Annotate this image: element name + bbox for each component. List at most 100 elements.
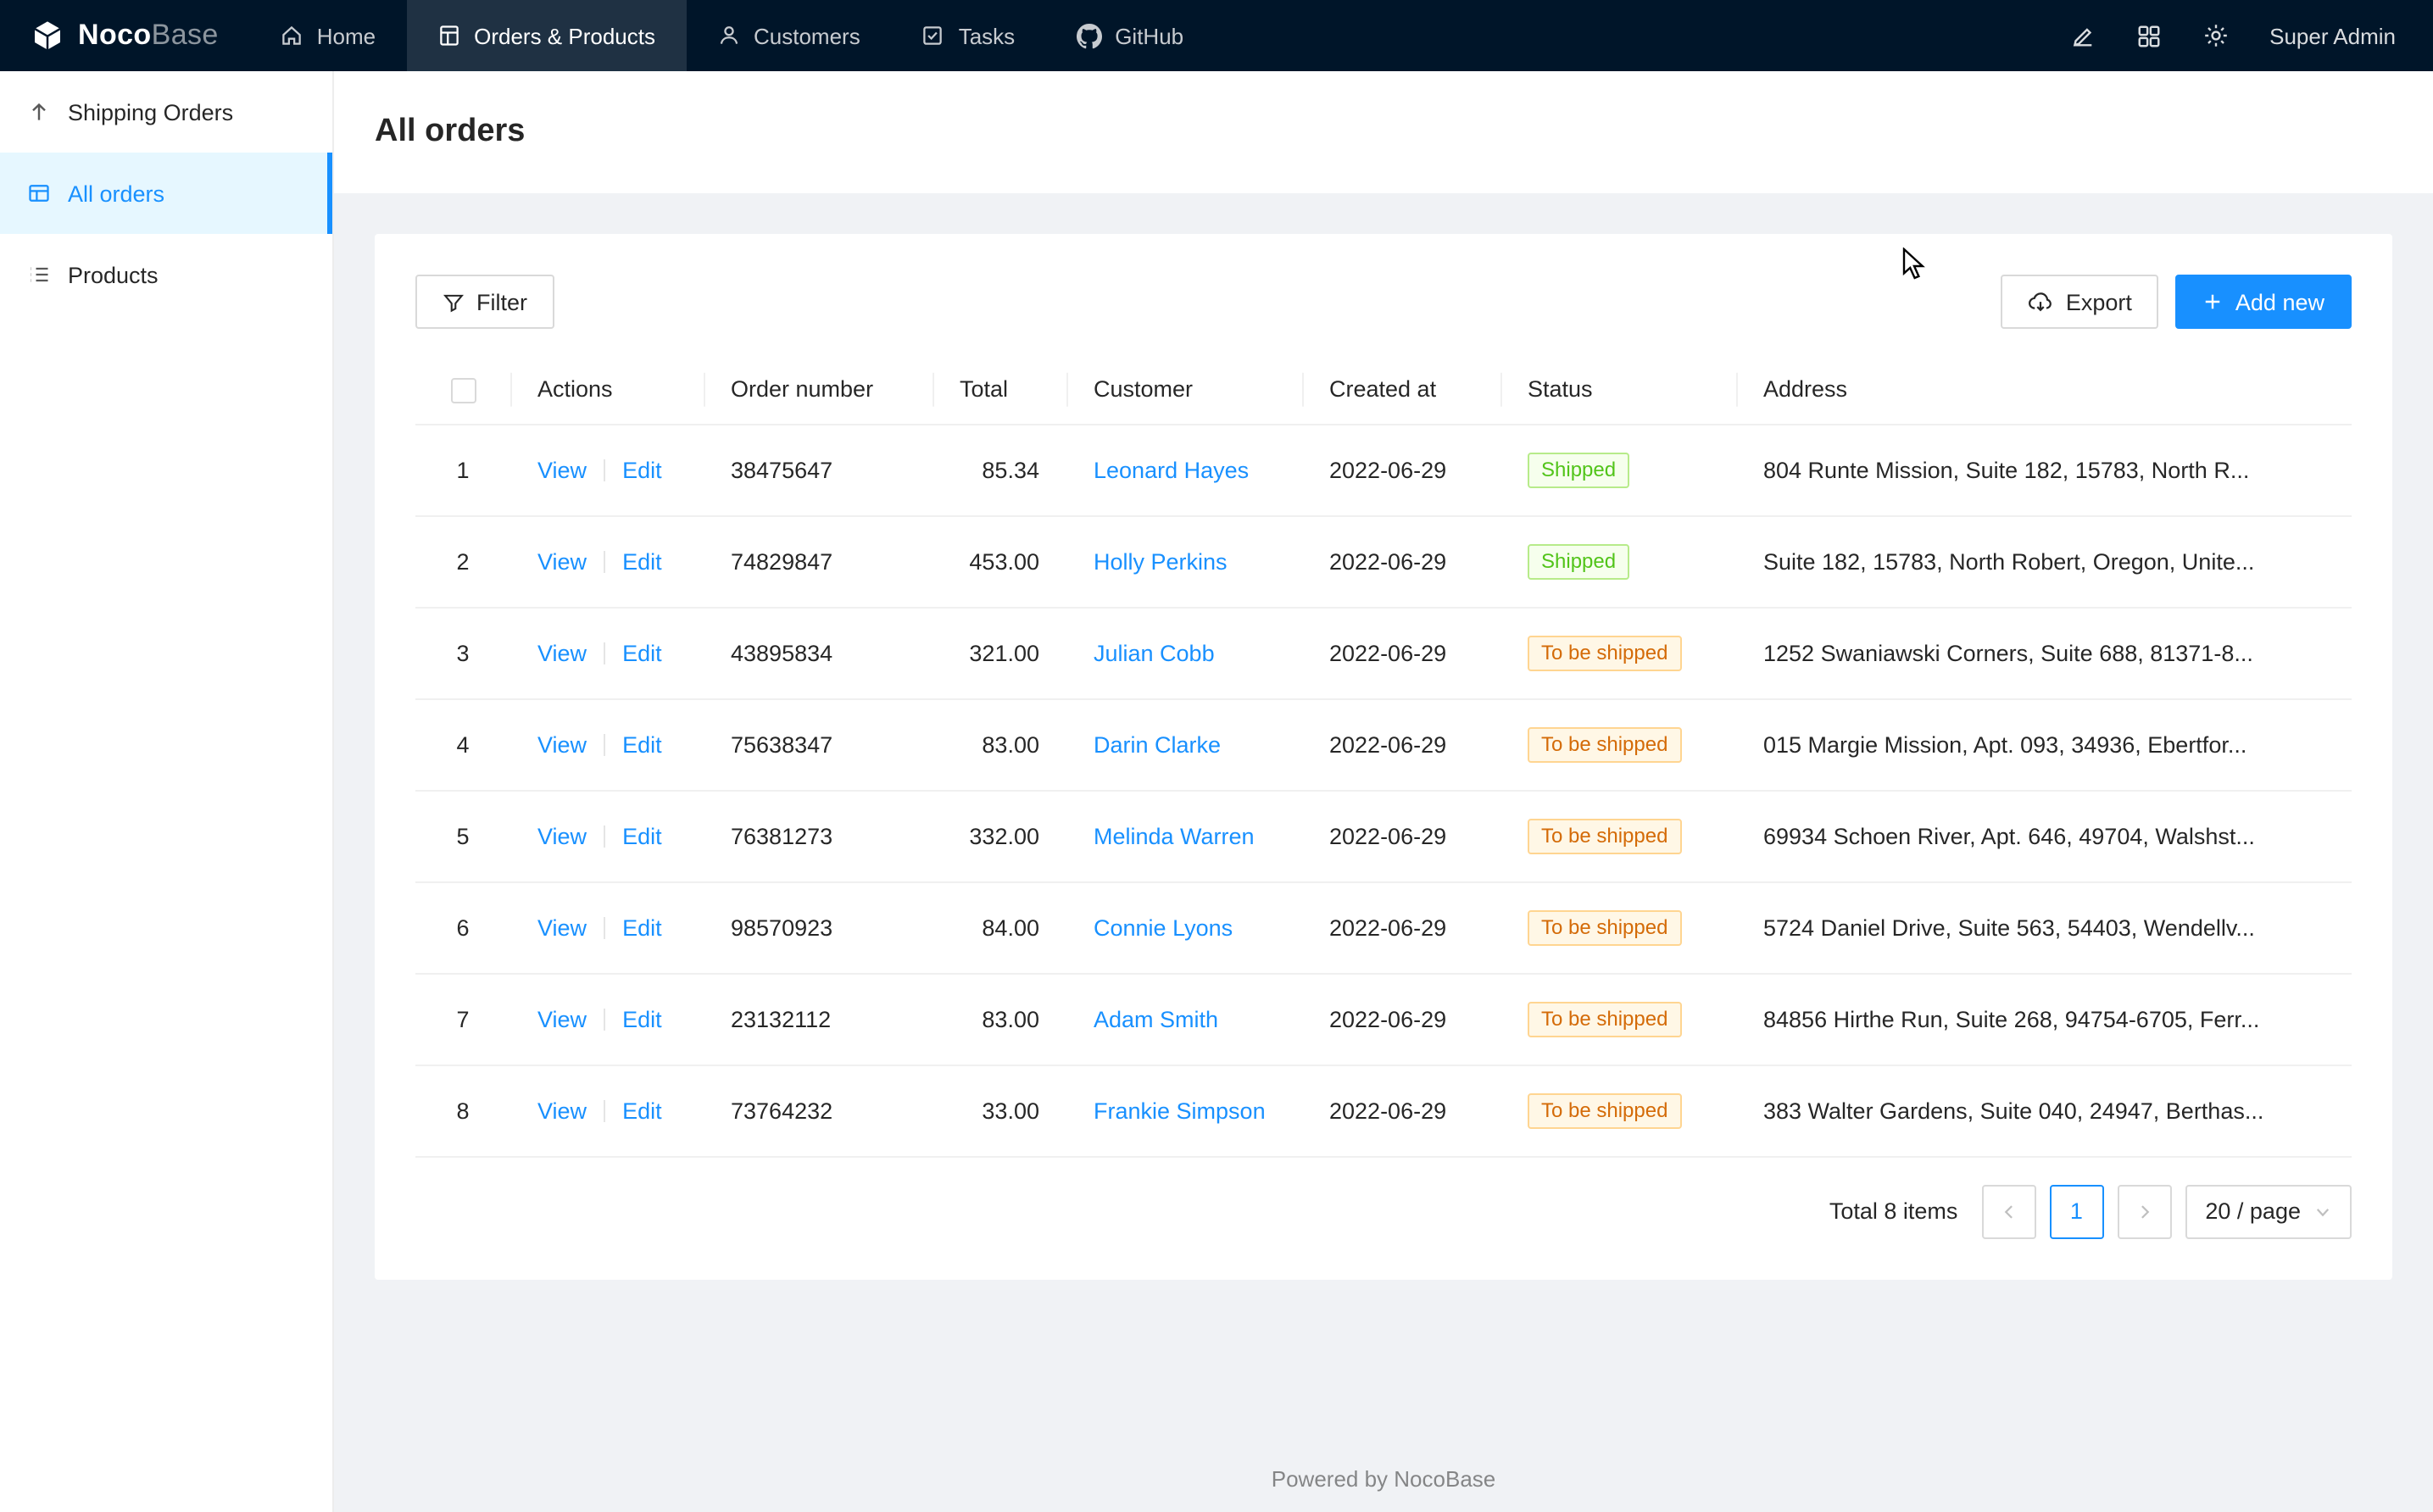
customer-link[interactable]: Adam Smith <box>1094 1007 1218 1032</box>
view-link[interactable]: View <box>537 1098 587 1124</box>
order-number-cell: 38475647 <box>704 425 933 516</box>
sidebar-item-label: Products <box>68 262 159 287</box>
current-user-menu[interactable]: Super Admin <box>2269 23 2396 48</box>
order-number-cell: 43895834 <box>704 608 933 699</box>
edit-link[interactable]: Edit <box>622 1007 662 1032</box>
sidebar-item-products[interactable]: Products <box>0 234 332 315</box>
edit-link[interactable]: Edit <box>622 458 662 483</box>
customer-link[interactable]: Frankie Simpson <box>1094 1098 1266 1124</box>
page-size-select[interactable]: 20 / page <box>2185 1185 2352 1239</box>
created-at-cell: 2022-06-29 <box>1302 425 1500 516</box>
customer-link[interactable]: Julian Cobb <box>1094 641 1215 666</box>
add-new-button[interactable]: Add new <box>2176 275 2352 329</box>
status-cell: To be shipped <box>1500 1065 1736 1157</box>
table-header-row: Actions Order number Total Customer Crea… <box>415 356 2352 425</box>
filter-funnel-icon <box>443 291 465 313</box>
chevron-down-icon <box>2314 1203 2331 1220</box>
orders-card: Filter Export <box>375 234 2392 1280</box>
nav-item-customers[interactable]: Customers <box>686 0 891 71</box>
nocobase-logo[interactable]: NocoBase <box>0 0 249 71</box>
status-badge: Shipped <box>1528 544 1629 580</box>
address-cell: 015 Margie Mission, Apt. 093, 34936, Ebe… <box>1736 699 2352 791</box>
order-number-cell: 98570923 <box>704 882 933 974</box>
column-header-customer: Customer <box>1066 356 1302 425</box>
edit-link[interactable]: Edit <box>622 915 662 941</box>
customer-link[interactable]: Holly Perkins <box>1094 549 1228 575</box>
export-button[interactable]: Export <box>2002 275 2159 329</box>
view-link[interactable]: View <box>537 915 587 941</box>
customer-link[interactable]: Darin Clarke <box>1094 732 1221 758</box>
sidebar-item-shipping-orders[interactable]: Shipping Orders <box>0 71 332 153</box>
column-header-total: Total <box>933 356 1066 425</box>
nav-item-home[interactable]: Home <box>249 0 406 71</box>
actions-divider <box>604 642 605 664</box>
total-cell: 332.00 <box>933 791 1066 882</box>
row-index: 3 <box>415 608 510 699</box>
row-actions: View Edit <box>510 608 704 699</box>
top-navigation-bar: NocoBase Home Orders & Products Customer… <box>0 0 2433 71</box>
ui-editor-pen-icon[interactable] <box>2069 23 2095 48</box>
view-link[interactable]: View <box>537 1007 587 1032</box>
view-link[interactable]: View <box>537 458 587 483</box>
table-row: 5 ViewEdit 76381273 332.00 Melinda Warre… <box>415 791 2352 882</box>
customer-cell: Adam Smith <box>1066 974 1302 1065</box>
footer-brand: NocoBase <box>1394 1466 1495 1492</box>
nav-label: Customers <box>754 23 860 48</box>
main-area: All orders Filter <box>334 71 2433 1512</box>
total-cell: 83.00 <box>933 699 1066 791</box>
status-badge: To be shipped <box>1528 636 1681 671</box>
created-at-cell: 2022-06-29 <box>1302 608 1500 699</box>
next-page-button[interactable] <box>2117 1185 2171 1239</box>
customer-cell: Julian Cobb <box>1066 608 1302 699</box>
view-link[interactable]: View <box>537 549 587 575</box>
main-nav: Home Orders & Products Customers Tasks <box>249 0 1214 71</box>
page-title: All orders <box>375 114 525 151</box>
customers-icon <box>716 24 740 47</box>
edit-link[interactable]: Edit <box>622 824 662 849</box>
view-link[interactable]: View <box>537 732 587 758</box>
edit-link[interactable]: Edit <box>622 732 662 758</box>
nav-item-orders-products[interactable]: Orders & Products <box>406 0 686 71</box>
filter-button[interactable]: Filter <box>415 275 554 329</box>
total-cell: 85.34 <box>933 425 1066 516</box>
edit-link[interactable]: Edit <box>622 641 662 666</box>
edit-link[interactable]: Edit <box>622 549 662 575</box>
nav-label: Tasks <box>959 23 1015 48</box>
column-header-created-at: Created at <box>1302 356 1500 425</box>
table-row: 3 View Edit 43895834 321.00 Julian Cobb 2… <box>415 608 2352 699</box>
select-all-checkbox[interactable] <box>450 378 476 403</box>
status-cell: To be shipped <box>1500 974 1736 1065</box>
plus-icon <box>2203 292 2224 312</box>
sidebar-item-label: All orders <box>68 181 164 206</box>
customer-link[interactable]: Leonard Hayes <box>1094 458 1249 483</box>
nav-item-github[interactable]: GitHub <box>1045 0 1214 71</box>
github-icon <box>1076 23 1101 48</box>
toolbar-right: Export Add new <box>2002 275 2352 329</box>
nav-item-tasks[interactable]: Tasks <box>891 0 1045 71</box>
export-button-label: Export <box>2066 289 2132 314</box>
customer-link[interactable]: Connie Lyons <box>1094 915 1233 941</box>
address-cell: 383 Walter Gardens, Suite 040, 24947, Be… <box>1736 1065 2352 1157</box>
address-cell: 84856 Hirthe Run, Suite 268, 94754-6705,… <box>1736 974 2352 1065</box>
total-cell: 321.00 <box>933 608 1066 699</box>
customer-link[interactable]: Melinda Warren <box>1094 824 1255 849</box>
view-link[interactable]: View <box>537 824 587 849</box>
page-1-button[interactable]: 1 <box>2049 1185 2103 1239</box>
customer-cell: Melinda Warren <box>1066 791 1302 882</box>
status-badge: To be shipped <box>1528 1093 1681 1129</box>
body-layout: Shipping Orders All orders Products All … <box>0 71 2433 1512</box>
prev-page-button[interactable] <box>1981 1185 2035 1239</box>
settings-gear-icon[interactable] <box>2202 22 2229 49</box>
created-at-cell: 2022-06-29 <box>1302 974 1500 1065</box>
row-index: 5 <box>415 791 510 882</box>
plugins-blocks-icon[interactable] <box>2135 23 2161 48</box>
total-cell: 33.00 <box>933 1065 1066 1157</box>
table-row: 6 ViewEdit 98570923 84.00 Connie Lyons 2… <box>415 882 2352 974</box>
view-link[interactable]: View <box>537 641 587 666</box>
row-index: 4 <box>415 699 510 791</box>
orders-products-icon <box>437 24 460 47</box>
edit-link[interactable]: Edit <box>622 1098 662 1124</box>
address-cell: 804 Runte Mission, Suite 182, 15783, Nor… <box>1736 425 2352 516</box>
column-header-actions: Actions <box>510 356 704 425</box>
sidebar-item-all-orders[interactable]: All orders <box>0 153 332 234</box>
